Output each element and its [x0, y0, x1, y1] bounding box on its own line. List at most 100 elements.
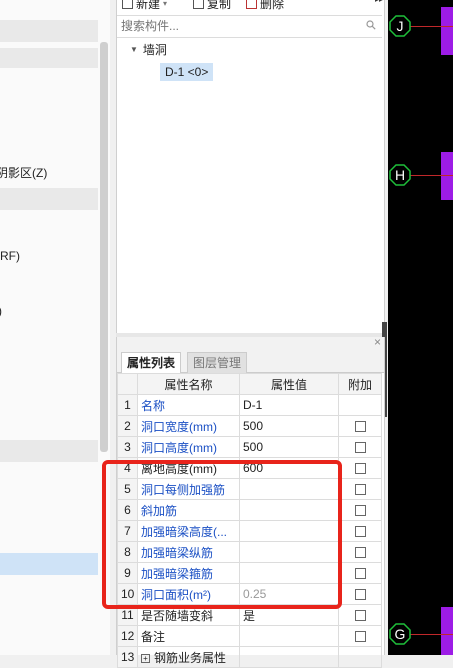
tree-toolbar: 新建 ▾ 复制 删除 ▸▸ — [117, 0, 384, 12]
purple-member — [441, 607, 453, 655]
extra-cell — [338, 478, 382, 500]
row-index: 8 — [117, 541, 138, 563]
table-row[interactable]: 8 加强暗梁纵筋 — [117, 541, 382, 563]
new-button[interactable]: 新建 ▾ — [122, 0, 167, 12]
row-index: 2 — [117, 415, 138, 437]
tree-node-wall-opening[interactable]: ▼ 墙洞 — [130, 41, 167, 58]
extra-cell — [338, 499, 382, 521]
delete-icon — [246, 0, 257, 9]
extra-checkbox[interactable] — [354, 547, 366, 559]
left-panel-group[interactable] — [0, 48, 98, 68]
close-icon[interactable]: × — [374, 335, 381, 349]
tree-node-label: 墙洞 — [142, 43, 167, 57]
property-name: 洞口面积(m²) — [137, 583, 240, 605]
extra-checkbox[interactable] — [354, 526, 366, 538]
delete-button[interactable]: 删除 — [246, 0, 284, 12]
header-property-value: 属性值 — [239, 373, 339, 395]
row-index: 9 — [117, 562, 138, 584]
left-panel-item-paren[interactable]: ) — [0, 304, 2, 318]
property-value[interactable]: 500 — [239, 415, 339, 437]
property-value[interactable]: D-1 — [239, 394, 339, 416]
property-name: 加强暗梁纵筋 — [137, 541, 240, 563]
table-row[interactable]: 4 离地高度(mm) 600 — [117, 457, 382, 479]
property-value[interactable] — [239, 499, 339, 521]
extra-checkbox[interactable] — [354, 421, 366, 433]
property-table: 属性名称 属性值 附加 1 名称 D-1 2 洞口宽度(mm) 500 3 洞口高度(mm) 5… — [117, 373, 382, 668]
tab-layer-management[interactable]: 图层管理 — [187, 352, 248, 373]
extra-cell — [338, 583, 382, 605]
property-value[interactable] — [239, 562, 339, 584]
axis-label[interactable]: J — [389, 15, 411, 37]
left-panel-header — [0, 20, 98, 42]
axis-label[interactable]: H — [389, 164, 411, 186]
extra-checkbox[interactable] — [354, 610, 366, 622]
left-panel-group-2[interactable] — [0, 188, 98, 210]
table-row[interactable]: 2 洞口宽度(mm) 500 — [117, 415, 382, 437]
toolbar-overflow-icon[interactable]: ▸▸ — [375, 0, 383, 4]
header-extra: 附加 — [338, 373, 382, 395]
table-row[interactable]: 5 洞口每侧加强筋 — [117, 478, 382, 500]
property-value[interactable] — [239, 625, 339, 647]
table-row[interactable]: 1 名称 D-1 — [117, 394, 382, 416]
extra-checkbox[interactable] — [354, 463, 366, 475]
left-panel-item-shadow-zone[interactable]: 阴影区(Z) — [0, 164, 47, 181]
search-icon[interactable] — [366, 20, 376, 30]
header-index — [117, 373, 138, 395]
new-dropdown-icon[interactable]: ▾ — [163, 0, 167, 8]
row-index: 4 — [117, 457, 138, 479]
table-row[interactable]: 6 斜加筋 — [117, 499, 382, 521]
left-panel-selected-item[interactable] — [0, 553, 98, 575]
table-row[interactable]: 9 加强暗梁箍筋 — [117, 562, 382, 584]
left-panel-scrollbar[interactable] — [100, 42, 108, 452]
property-name: 洞口宽度(mm) — [137, 415, 240, 437]
copy-icon — [193, 0, 204, 9]
property-value[interactable] — [239, 478, 339, 500]
property-name: 洞口高度(mm) — [137, 436, 240, 458]
extra-checkbox[interactable] — [354, 442, 366, 454]
table-row[interactable]: 11 是否随墙变斜是 — [117, 604, 382, 626]
expand-icon[interactable]: + — [141, 653, 150, 663]
property-tabs: 属性列表 图层管理 — [117, 351, 384, 373]
left-panel: 阴影区(Z) (RF) ) — [0, 0, 110, 655]
tree-item-d1[interactable]: D-1 <0> — [160, 63, 214, 81]
property-value[interactable]: 500 — [239, 436, 339, 458]
axis-line — [410, 26, 453, 27]
property-value[interactable] — [239, 541, 339, 563]
property-name: 洞口每侧加强筋 — [137, 478, 240, 500]
property-value[interactable]: 600 — [239, 457, 339, 479]
search-input[interactable] — [119, 17, 363, 35]
extra-checkbox[interactable] — [354, 589, 366, 601]
property-value[interactable]: 是 — [239, 604, 339, 626]
tree-collapse-icon[interactable]: ▼ — [130, 45, 138, 54]
table-row[interactable]: 3 洞口高度(mm) 500 — [117, 436, 382, 458]
row-index: 1 — [117, 394, 138, 416]
table-row[interactable]: 10 洞口面积(m²) 0.25 — [117, 583, 382, 605]
row-index: 10 — [117, 583, 138, 605]
property-name-label: 钢筋业务属性 — [154, 650, 227, 665]
property-value[interactable] — [239, 520, 339, 542]
copy-button[interactable]: 复制 — [193, 0, 231, 12]
copy-button-label: 复制 — [207, 0, 232, 11]
table-row[interactable]: 12 备注 — [117, 625, 382, 647]
drawing-canvas[interactable] — [388, 0, 453, 655]
left-panel-item-rf[interactable]: (RF) — [0, 249, 20, 263]
left-panel-group-3[interactable] — [0, 440, 98, 462]
search-box — [117, 15, 382, 38]
extra-checkbox[interactable] — [354, 484, 366, 496]
extra-checkbox[interactable] — [354, 568, 366, 580]
new-button-label: 新建 — [136, 0, 161, 11]
property-panel-header: × — [117, 335, 384, 352]
extra-cell — [338, 541, 382, 563]
property-name: 备注 — [137, 625, 240, 647]
table-row[interactable]: 7 加强暗梁高度(... — [117, 520, 382, 542]
extra-cell — [338, 646, 382, 668]
property-name: 离地高度(mm) — [137, 457, 240, 479]
axis-label[interactable]: G — [389, 623, 411, 645]
extra-checkbox[interactable] — [354, 631, 366, 643]
extra-checkbox[interactable] — [354, 505, 366, 517]
axis-line — [410, 175, 453, 176]
property-value[interactable] — [239, 646, 339, 668]
row-index: 6 — [117, 499, 138, 521]
table-row[interactable]: 13 + 钢筋业务属性 — [117, 646, 382, 668]
tab-property-list[interactable]: 属性列表 — [121, 352, 182, 373]
